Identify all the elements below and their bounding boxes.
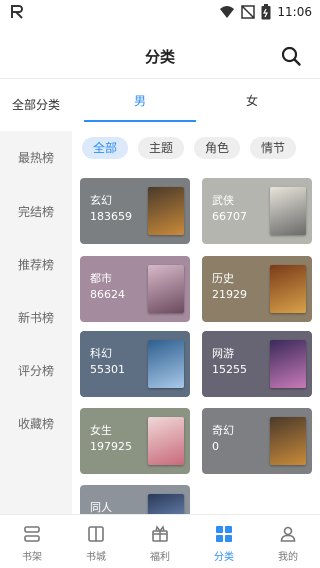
- category-card[interactable]: 历史 21929: [202, 256, 312, 322]
- category-grid-icon: [216, 526, 232, 542]
- header: 分类: [0, 36, 320, 76]
- category-card[interactable]: 玄幻 183659: [80, 178, 190, 244]
- bottom-nav: 书架 书城 福利 分类 我的: [0, 514, 320, 568]
- category-name: 女生: [90, 424, 112, 437]
- book-cover-image: [148, 265, 184, 313]
- category-name: 历史: [212, 272, 234, 285]
- nav-bookstore[interactable]: 书城: [64, 515, 128, 568]
- category-count: 197925: [90, 440, 132, 453]
- sidebar-item-recommended[interactable]: 推荐榜: [0, 252, 72, 278]
- category-card[interactable]: 奇幻 0: [202, 408, 312, 474]
- battery-icon: [261, 4, 271, 20]
- page-title: 分类: [144, 48, 175, 66]
- nav-category[interactable]: 分类: [192, 515, 256, 568]
- book-cover-image: [148, 417, 184, 465]
- nav-label: 书架: [22, 552, 42, 563]
- book-cover-image: [148, 340, 184, 388]
- category-name: 奇幻: [212, 424, 234, 437]
- category-name: 科幻: [90, 347, 112, 360]
- no-signal-icon: [241, 5, 256, 19]
- search-icon[interactable]: [280, 45, 302, 67]
- category-grid: 玄幻 183659 武侠 66707 都市 86624 历史 21929 科幻 …: [80, 178, 312, 514]
- category-name: 玄幻: [90, 194, 112, 207]
- status-bar: 11:06: [0, 0, 320, 24]
- category-count: 0: [212, 440, 219, 453]
- book-cover-image: [270, 265, 306, 313]
- chip-plot[interactable]: 情节: [250, 137, 297, 159]
- nav-profile[interactable]: 我的: [256, 515, 320, 568]
- category-name: 网游: [212, 347, 234, 360]
- nav-welfare[interactable]: 福利: [128, 515, 192, 568]
- sidebar-item-hottest[interactable]: 最热榜: [0, 145, 72, 171]
- category-count: 15255: [212, 363, 247, 376]
- category-name: 都市: [90, 272, 112, 285]
- category-count: 183659: [90, 210, 132, 223]
- gift-icon: [152, 525, 168, 542]
- category-card[interactable]: 都市 86624: [80, 256, 190, 322]
- category-count: 66707: [212, 210, 247, 223]
- category-card[interactable]: 女生 197925: [80, 408, 190, 474]
- bookshelf-icon: [24, 526, 40, 542]
- book-cover-image: [270, 340, 306, 388]
- nav-label: 我的: [278, 552, 298, 563]
- nav-bookshelf[interactable]: 书架: [0, 515, 64, 568]
- category-count: 86624: [90, 288, 125, 301]
- sidebar-item-rating[interactable]: 评分榜: [0, 358, 72, 384]
- category-card[interactable]: 科幻 55301: [80, 331, 190, 397]
- profile-icon: [280, 526, 296, 542]
- category-count: 55301: [90, 363, 125, 376]
- nav-label: 福利: [150, 552, 170, 563]
- book-cover-image: [148, 187, 184, 235]
- category-card[interactable]: 同人: [80, 485, 190, 514]
- category-card[interactable]: 网游 15255: [202, 331, 312, 397]
- category-card[interactable]: 武侠 66707: [202, 178, 312, 244]
- sidebar-item-completed[interactable]: 完结榜: [0, 199, 72, 225]
- category-name: 同人: [90, 501, 112, 514]
- sidebar-item-all-categories[interactable]: 全部分类: [0, 79, 72, 131]
- filter-chips: 全部 主题 角色 情节: [82, 137, 297, 161]
- sidebar: 全部分类 最热榜 完结榜 推荐榜 新书榜 评分榜 收藏榜: [0, 79, 72, 514]
- tab-active-indicator: [84, 120, 196, 122]
- book-cover-image: [148, 494, 184, 514]
- book-icon: [88, 526, 104, 542]
- sidebar-item-favorites[interactable]: 收藏榜: [0, 411, 72, 437]
- app-logo-icon: [11, 5, 23, 19]
- gender-tabs: 男 女: [84, 86, 308, 122]
- category-name: 武侠: [212, 194, 234, 207]
- sidebar-item-new-books[interactable]: 新书榜: [0, 305, 72, 331]
- category-count: 21929: [212, 288, 247, 301]
- chip-all[interactable]: 全部: [82, 137, 129, 159]
- tab-female[interactable]: 女: [196, 86, 308, 122]
- chip-role[interactable]: 角色: [194, 137, 241, 159]
- tab-male[interactable]: 男: [84, 86, 196, 122]
- nav-label: 分类: [214, 552, 234, 563]
- book-cover-image: [270, 187, 306, 235]
- chip-theme[interactable]: 主题: [138, 137, 185, 159]
- status-time: 11:06: [277, 5, 312, 19]
- book-cover-image: [270, 417, 306, 465]
- nav-label: 书城: [86, 552, 106, 563]
- wifi-icon: [220, 6, 235, 18]
